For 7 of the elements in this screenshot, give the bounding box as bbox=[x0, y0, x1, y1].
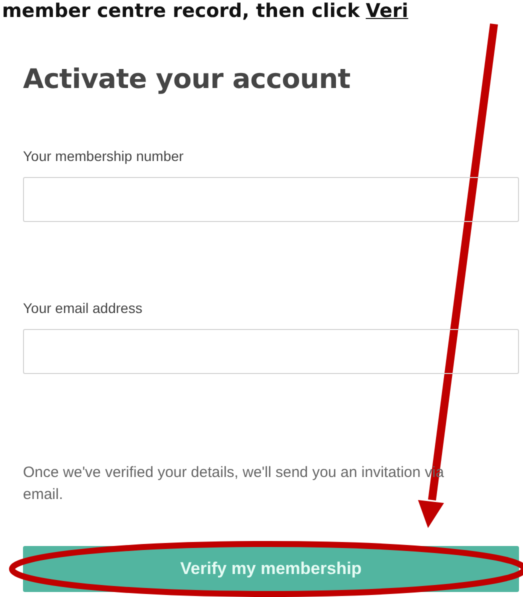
field-label: Your email address bbox=[23, 300, 144, 316]
form-title: Activate your account bbox=[23, 64, 352, 96]
instruction-text: member centre record, then click bbox=[2, 0, 360, 22]
input-field[interactable] bbox=[23, 329, 519, 374]
instruction-link[interactable]: Veri bbox=[366, 0, 408, 22]
input-field[interactable] bbox=[23, 177, 519, 222]
field-label: Your membership number bbox=[23, 148, 185, 164]
